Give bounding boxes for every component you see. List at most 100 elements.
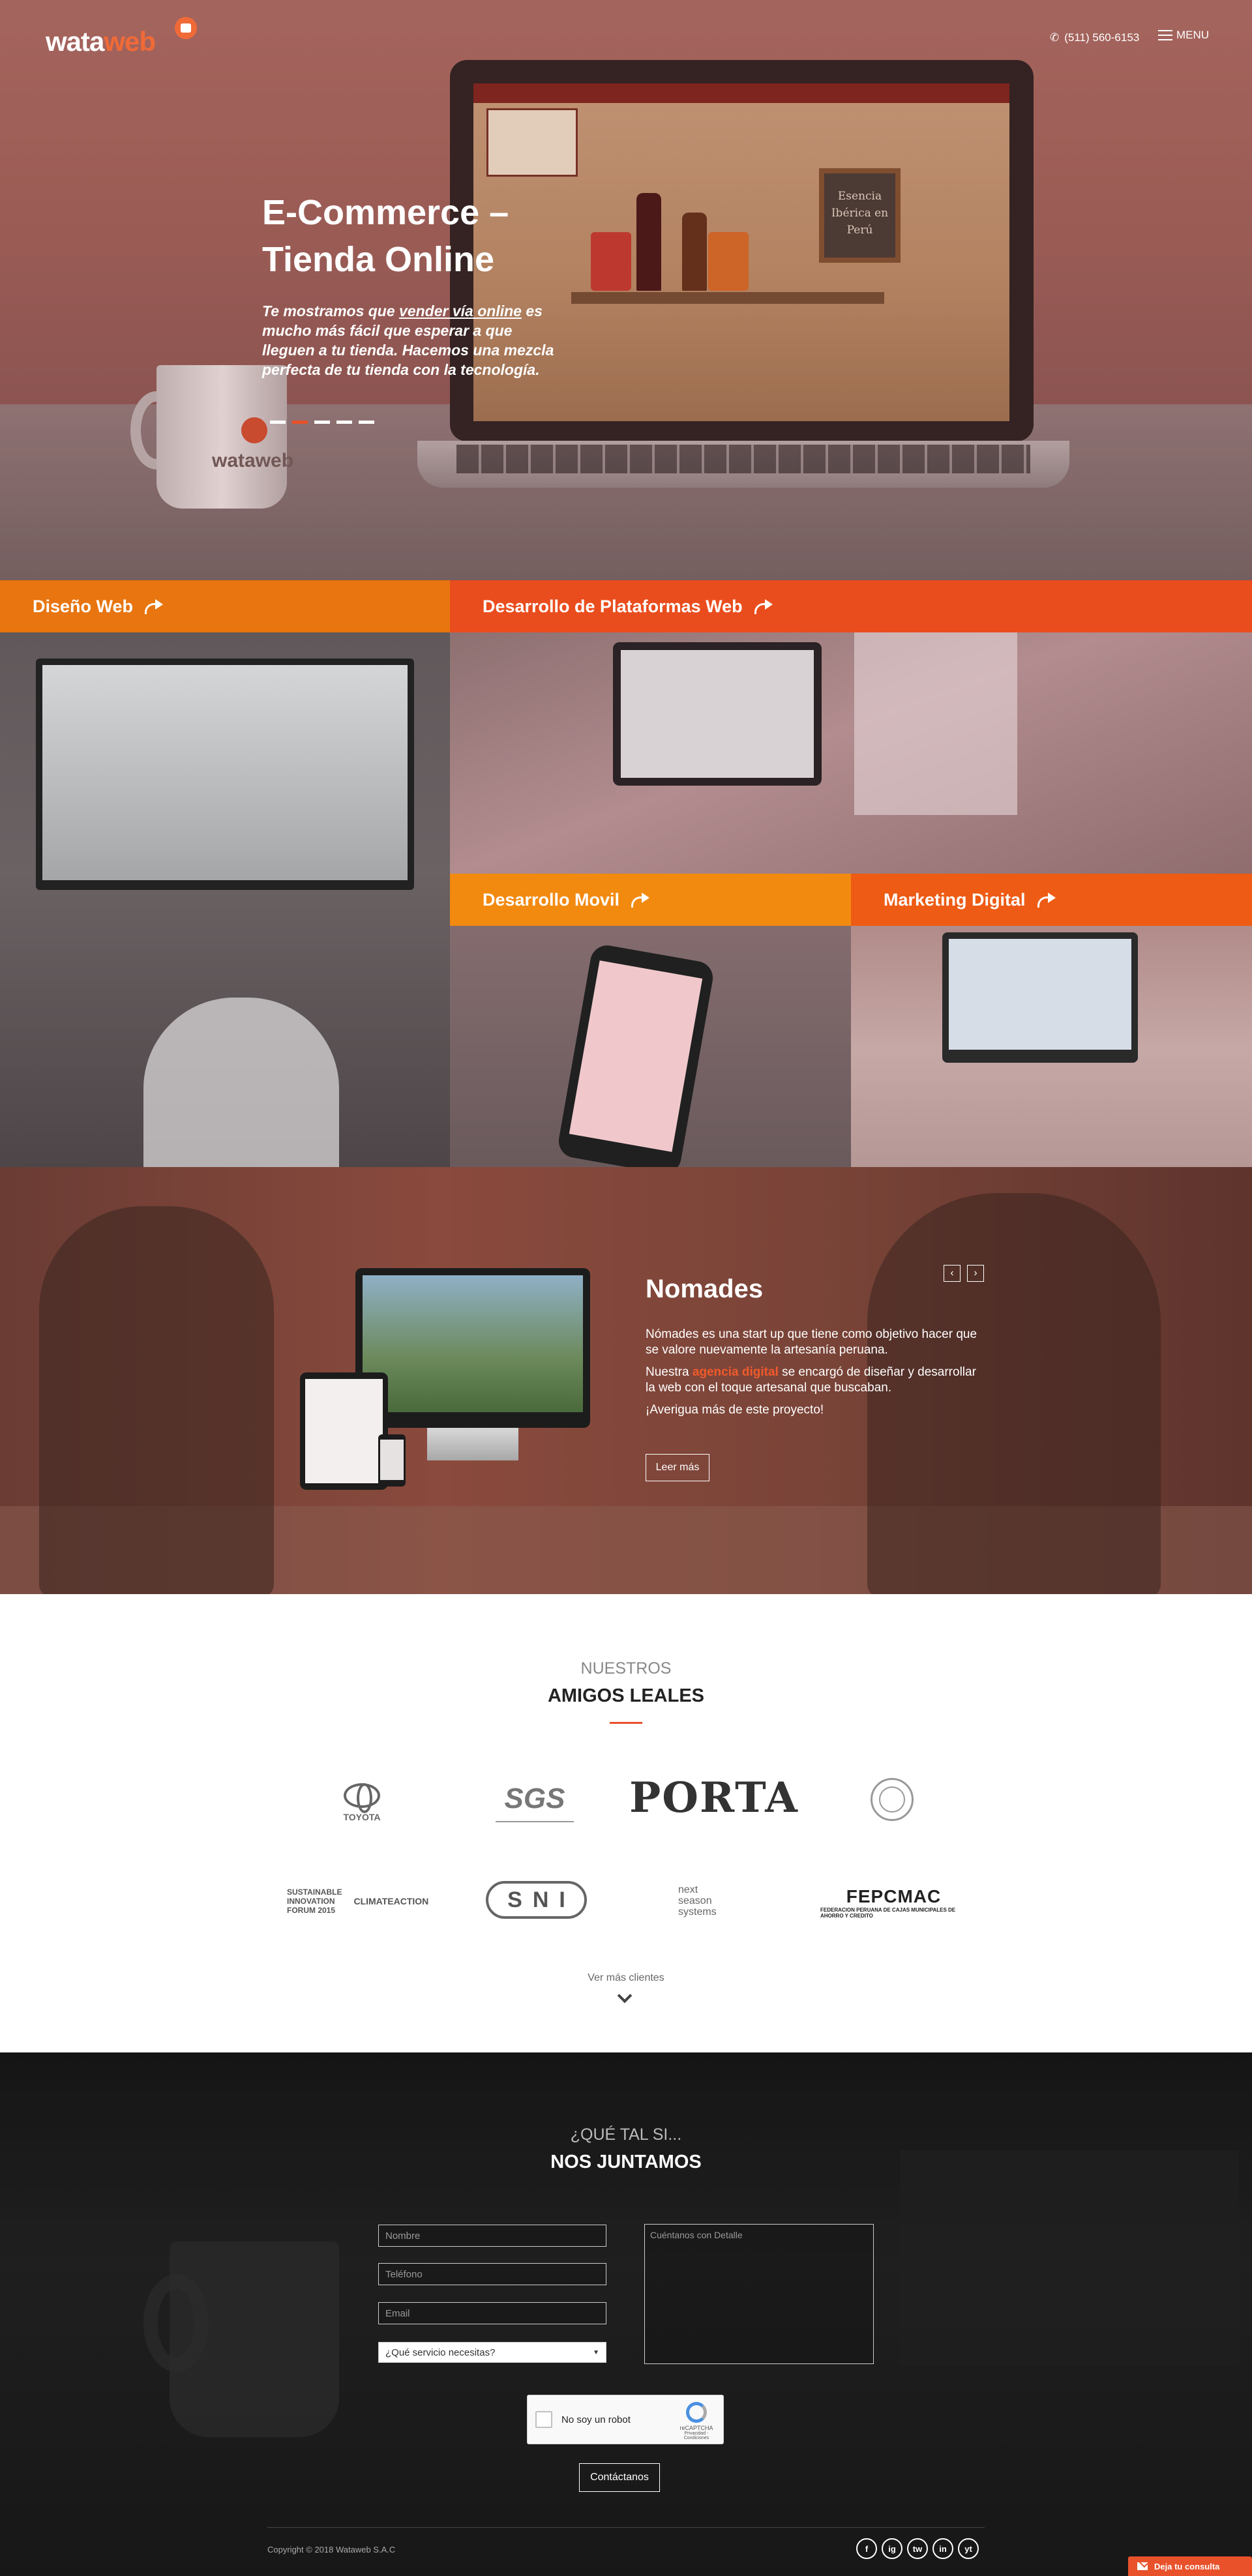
- menu-label: MENU: [1176, 29, 1210, 41]
- social-links: f ig tw in yt: [856, 2538, 979, 2559]
- recaptcha-brand: reCAPTCHA Privacidad - Condiciones: [678, 2402, 715, 2440]
- slider-dot[interactable]: [314, 421, 330, 424]
- facebook-icon[interactable]: f: [856, 2538, 877, 2559]
- service-label-text: Diseño Web: [33, 596, 134, 616]
- featured-project-section: ‹ › Nomades Nómades es una start up que …: [0, 1167, 1252, 1594]
- service-label[interactable]: Diseño Web: [0, 580, 450, 632]
- site-logo[interactable]: wataweb: [46, 26, 156, 57]
- chevron-down-icon[interactable]: [617, 1988, 633, 2004]
- hero-slider-dots: [270, 421, 374, 424]
- linkedin-icon[interactable]: in: [932, 2538, 953, 2559]
- hamburger-icon: [1158, 30, 1172, 40]
- client-logo-sgs: SGS: [496, 1777, 574, 1822]
- clients-section: NUESTROS AMIGOS LEALES TOYOTA SGS PORTA …: [0, 1594, 1252, 2052]
- sif-line-1: SUSTAINABLE: [287, 1888, 342, 1897]
- service-label-text: Desarrollo Movil: [483, 889, 620, 910]
- agencia-digital-link[interactable]: agencia digital: [693, 1365, 779, 1379]
- hero-subtitle: Te mostramos que vender vía online es mu…: [262, 301, 569, 379]
- service-tile-desarrollo-movil[interactable]: Desarrollo Movil: [450, 874, 851, 1167]
- recaptcha-brand-text: reCAPTCHA: [679, 2425, 713, 2431]
- service-label[interactable]: Desarrollo Movil: [450, 874, 851, 926]
- chevron-right-icon: ›: [974, 1267, 977, 1279]
- phone-number: (511) 560-6153: [1064, 31, 1140, 44]
- slider-dot[interactable]: [292, 421, 308, 424]
- hero-overlay: [0, 0, 1252, 580]
- toyota-wordmark: TOYOTA: [343, 1812, 381, 1822]
- read-more-button[interactable]: Leer más: [646, 1454, 709, 1481]
- chevron-left-icon: ‹: [950, 1267, 954, 1279]
- service-label[interactable]: Marketing Digital: [851, 874, 1252, 926]
- client-logo-toyota: TOYOTA: [329, 1777, 395, 1829]
- hero-title: E-Commerce – Tienda Online: [262, 193, 509, 279]
- client-logo-sni: SNI: [486, 1881, 587, 1919]
- menu-button[interactable]: MENU: [1158, 29, 1209, 42]
- hero-subtitle-link[interactable]: vender vía online: [399, 303, 522, 319]
- copyright: Copyright © 2018 Wataweb S.A.C: [267, 2545, 396, 2554]
- service-tile-plataformas-web[interactable]: Desarrollo de Plataformas Web: [450, 580, 1252, 874]
- client-logo-porta: PORTA: [629, 1773, 799, 1822]
- project-description: Nómades es una start up que tiene como o…: [646, 1327, 985, 1425]
- youtube-icon[interactable]: yt: [958, 2538, 979, 2559]
- instagram-icon[interactable]: ig: [882, 2538, 902, 2559]
- more-clients-link[interactable]: Ver más clientes: [0, 1972, 1252, 1984]
- nss-line-1: next: [678, 1884, 698, 1895]
- laptop-screen: [621, 650, 814, 778]
- service-label-text: Marketing Digital: [884, 889, 1026, 910]
- contact-eyebrow: ¿QUÉ TAL SI...: [570, 2125, 682, 2144]
- message-field[interactable]: [644, 2224, 874, 2364]
- project-phone-screen: [380, 1440, 404, 1480]
- recaptcha-widget: No soy un robot reCAPTCHA Privacidad - C…: [527, 2395, 724, 2444]
- project-paragraph-1: Nómades es una start up que tiene como o…: [646, 1327, 977, 1357]
- hero-subtitle-pre: Te mostramos que: [262, 303, 400, 319]
- fep-subtitle: FEDERACION PERUANA DE CAJAS MUNICIPALES …: [820, 1907, 956, 1919]
- service-label-text: Desarrollo de Plataformas Web: [483, 596, 743, 616]
- sif-line-2: INNOVATION: [287, 1897, 335, 1906]
- select-arrow-icon: ▼: [593, 2348, 599, 2356]
- project-bg-person-left: [39, 1206, 274, 1594]
- sif-climate-action: CLIMATEACTION: [353, 1896, 429, 1906]
- client-logo-un-emblem-icon: [871, 1778, 914, 1821]
- service-tile-marketing-digital[interactable]: Marketing Digital: [851, 874, 1252, 1167]
- recaptcha-checkbox[interactable]: [535, 2411, 552, 2428]
- monitor-screen: [42, 665, 408, 880]
- nss-line-2: season: [678, 1895, 712, 1906]
- logo-wata: wata: [46, 26, 104, 57]
- project-prev-button[interactable]: ‹: [944, 1265, 961, 1282]
- chat-tab[interactable]: Deja tu consulta: [1128, 2556, 1252, 2576]
- phone-field[interactable]: [378, 2263, 606, 2285]
- slider-dot[interactable]: [270, 421, 286, 424]
- recaptcha-terms[interactable]: Privacidad - Condiciones: [678, 2431, 715, 2440]
- service-tile-diseno-web[interactable]: Diseño Web: [0, 580, 450, 1167]
- project-next-button[interactable]: ›: [967, 1265, 984, 1282]
- fep-wordmark: FEPCMAC: [846, 1886, 942, 1906]
- sif-line-3: FORUM 2015: [287, 1906, 336, 1915]
- services-section: Diseño Web Desarrollo de Plataformas Web…: [0, 580, 1252, 1167]
- project-p2-pre: Nuestra: [646, 1365, 693, 1379]
- recaptcha-label: No soy un robot: [561, 2414, 631, 2425]
- heading-underline: [610, 1722, 642, 1724]
- slider-dot[interactable]: [336, 421, 352, 424]
- share-arrow-icon: [630, 893, 651, 908]
- project-imac-screen: [363, 1275, 583, 1412]
- phone-icon: ✆: [1050, 31, 1060, 44]
- window-illustration: [854, 632, 1017, 815]
- chair-illustration: [143, 998, 339, 1167]
- imac-screen: [949, 939, 1131, 1050]
- project-title: Nomades: [646, 1275, 764, 1303]
- project-imac-stand: [427, 1428, 518, 1460]
- service-label[interactable]: Desarrollo de Plataformas Web: [450, 580, 1252, 632]
- email-field[interactable]: [378, 2302, 606, 2324]
- contact-section: ¿QUÉ TAL SI... NOS JUNTAMOS ¿Qué servici…: [0, 2052, 1252, 2576]
- nss-line-3: systems: [678, 1906, 717, 1917]
- slider-dot[interactable]: [359, 421, 374, 424]
- client-logo-fepcmac: FEPCMAC FEDERACION PERUANA DE CAJAS MUNI…: [820, 1881, 967, 1924]
- name-field[interactable]: [378, 2225, 606, 2247]
- project-paragraph-3: ¡Averigua más de este proyecto!: [646, 1403, 824, 1417]
- logo-badge-icon: [175, 17, 197, 39]
- header-phone[interactable]: ✆ (511) 560-6153: [1050, 31, 1139, 44]
- chat-tab-label: Deja tu consulta: [1154, 2561, 1220, 2571]
- service-select[interactable]: ¿Qué servicio necesitas? ▼: [378, 2342, 606, 2363]
- submit-button[interactable]: Contáctanos: [579, 2463, 660, 2492]
- logo-web: web: [104, 26, 156, 57]
- twitter-icon[interactable]: tw: [907, 2538, 928, 2559]
